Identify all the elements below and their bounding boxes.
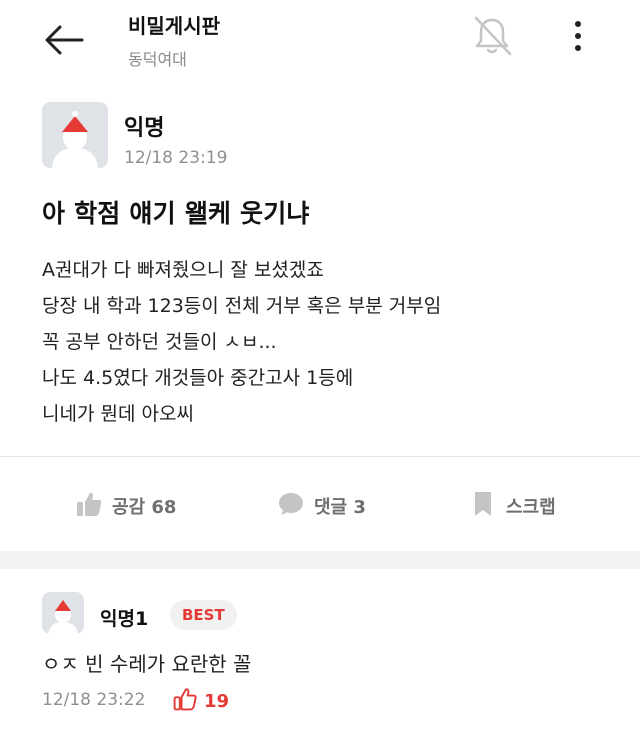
- post-author: 익명: [124, 116, 165, 141]
- scrap-label: 스크랩: [506, 497, 556, 518]
- post-body: A권대가 다 빠져줬으니 잘 보셨겠죠 당장 내 학과 123등이 전체 거부 …: [42, 252, 441, 432]
- comment-button[interactable]: 댓글 3: [276, 486, 366, 526]
- post-timestamp: 12/18 23:19: [124, 148, 228, 168]
- board-subtitle: 동덕여대: [128, 50, 187, 69]
- notification-off-bell-icon[interactable]: [468, 12, 516, 60]
- post-body-line: 꼭 공부 안하던 것들이 ㅅㅂ...: [42, 331, 277, 353]
- thumbs-up-icon: [74, 489, 104, 524]
- board-title: 비밀게시판: [128, 14, 220, 38]
- comment-avatar: [42, 592, 84, 634]
- post-title: 아 학점 얘기 왤케 웃기냐: [42, 199, 310, 228]
- thumbs-up-outline-icon: [172, 686, 198, 717]
- more-options-icon[interactable]: [560, 16, 596, 56]
- post-body-line: A권대가 다 빠져줬으니 잘 보셨겠죠: [42, 259, 324, 281]
- comment-like-count: 19: [204, 691, 230, 712]
- avatar: [42, 102, 108, 168]
- comment-text: ㅇㅈ 빈 수레가 요란한 꼴: [42, 652, 252, 676]
- divider: [0, 456, 640, 457]
- comment-author: 익명1: [100, 608, 149, 630]
- post-body-line: 당장 내 학과 123등이 전체 거부 혹은 부분 거부임: [42, 295, 442, 317]
- bookmark-icon: [468, 489, 498, 524]
- post-body-line: 니네가 뭔데 아오씨: [42, 403, 194, 425]
- section-separator: [0, 551, 640, 569]
- post-body-line: 나도 4.5였다 개것들아 중간고사 1등에: [42, 367, 354, 389]
- comment-like-button[interactable]: 19: [172, 686, 229, 717]
- scrap-button[interactable]: 스크랩: [468, 486, 556, 526]
- back-arrow-icon[interactable]: [42, 18, 86, 62]
- best-badge: BEST: [170, 600, 237, 630]
- comment-label: 댓글 3: [314, 497, 366, 518]
- speech-bubble-icon: [276, 489, 306, 524]
- like-button[interactable]: 공감 68: [74, 486, 176, 526]
- like-label: 공감 68: [112, 497, 177, 518]
- comment-timestamp: 12/18 23:22: [42, 690, 146, 710]
